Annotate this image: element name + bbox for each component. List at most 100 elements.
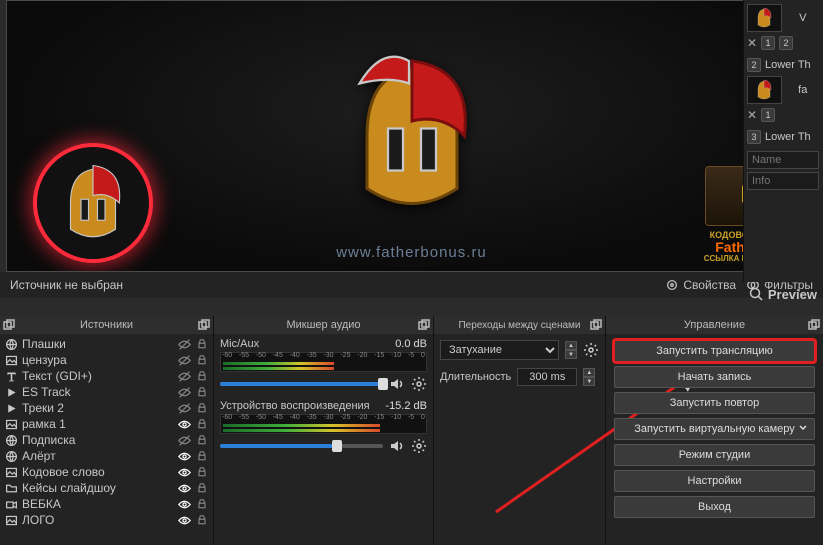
- no-source-selected-label: Источник не выбран: [10, 278, 123, 292]
- visibility-toggle-icon[interactable]: [177, 513, 191, 527]
- source-name: рамка 1: [22, 417, 173, 431]
- scene-remove-button[interactable]: ✕: [747, 108, 757, 122]
- source-name: ES Track: [22, 385, 173, 399]
- scene-page-button[interactable]: 2: [779, 36, 793, 50]
- control-button[interactable]: Запустить виртуальную камеру: [614, 418, 815, 440]
- lock-toggle-icon[interactable]: [195, 449, 209, 463]
- control-button[interactable]: Запустить трансляцию: [614, 340, 815, 362]
- source-row[interactable]: ES Track: [2, 384, 211, 400]
- scene-caption: V: [786, 4, 820, 32]
- mixer-channel: Mic/Aux0.0 dB-60-55-50-45-40-35-30-25-20…: [220, 338, 427, 392]
- dock-popout-icon[interactable]: [197, 318, 211, 332]
- dock-title: Переходы между сценами: [458, 320, 580, 331]
- source-row[interactable]: Кейсы слайдшоу: [2, 480, 211, 496]
- control-button[interactable]: Настройки: [614, 470, 815, 492]
- globe-icon: [4, 433, 18, 447]
- camera-icon: [4, 497, 18, 511]
- channel-name: Устройство воспроизведения: [220, 400, 370, 412]
- globe-icon: [4, 337, 18, 351]
- source-name: Алёрт: [22, 449, 173, 463]
- control-button[interactable]: Запустить повтор: [614, 392, 815, 414]
- source-row[interactable]: цензура: [2, 352, 211, 368]
- scene-number-badge: 2: [747, 58, 761, 72]
- dock-popout-icon[interactable]: [807, 318, 821, 332]
- transition-stepper[interactable]: ▲▼: [565, 341, 577, 359]
- source-row[interactable]: Алёрт: [2, 448, 211, 464]
- visibility-toggle-icon[interactable]: [177, 401, 191, 415]
- controls-dock: Управление Запустить трансляциюНачать за…: [606, 316, 823, 545]
- lock-toggle-icon[interactable]: [195, 417, 209, 431]
- gear-icon[interactable]: [411, 438, 427, 454]
- volume-slider[interactable]: [220, 382, 383, 386]
- lock-toggle-icon[interactable]: [195, 401, 209, 415]
- scene-remove-button[interactable]: ✕: [747, 36, 757, 50]
- duration-label: Длительность: [440, 371, 511, 383]
- visibility-toggle-icon[interactable]: [177, 369, 191, 383]
- duration-stepper[interactable]: ▲▼: [583, 368, 595, 386]
- source-name: ЛОГО: [22, 513, 173, 527]
- source-row[interactable]: Плашки: [2, 336, 211, 352]
- visibility-toggle-icon[interactable]: [177, 353, 191, 367]
- control-button[interactable]: Режим студии: [614, 444, 815, 466]
- visibility-toggle-icon[interactable]: [177, 385, 191, 399]
- visibility-toggle-icon[interactable]: [177, 433, 191, 447]
- preview-button[interactable]: Preview: [748, 286, 817, 302]
- gear-icon[interactable]: [583, 342, 599, 358]
- dock-title: Микшер аудио: [286, 319, 360, 331]
- mixer-channel: Устройство воспроизведения-15.2 dB-60-55…: [220, 400, 427, 454]
- scene-title: Lower Th: [765, 59, 811, 71]
- source-row[interactable]: Треки 2: [2, 400, 211, 416]
- gear-icon[interactable]: [411, 376, 427, 392]
- properties-button[interactable]: Свойства: [665, 278, 736, 292]
- audio-mixer-dock: Микшер аудио Mic/Aux0.0 dB-60-55-50-45-4…: [214, 316, 434, 545]
- scene-number-badge: 3: [747, 130, 761, 144]
- chevron-down-icon[interactable]: [798, 423, 812, 435]
- visibility-toggle-icon[interactable]: [177, 497, 191, 511]
- visibility-toggle-icon[interactable]: [177, 337, 191, 351]
- volume-slider[interactable]: [220, 444, 383, 448]
- lock-toggle-icon[interactable]: [195, 337, 209, 351]
- speaker-icon[interactable]: [389, 438, 405, 454]
- scene-info-input[interactable]: [747, 172, 819, 190]
- visibility-toggle-icon[interactable]: [177, 417, 191, 431]
- scene-page-button[interactable]: 1: [761, 36, 775, 50]
- play-icon: [4, 401, 18, 415]
- control-button[interactable]: Выход: [614, 496, 815, 518]
- scene-page-button[interactable]: 1: [761, 108, 775, 122]
- dock-popout-icon[interactable]: [2, 318, 16, 332]
- source-row[interactable]: Подписка: [2, 432, 211, 448]
- source-row[interactable]: ЛОГО: [2, 512, 211, 528]
- image-icon: [4, 353, 18, 367]
- lock-toggle-icon[interactable]: [195, 481, 209, 495]
- dock-title: Источники: [80, 319, 133, 331]
- lock-toggle-icon[interactable]: [195, 369, 209, 383]
- source-row[interactable]: ВЕБКА: [2, 496, 211, 512]
- scene-thumbnail[interactable]: [747, 76, 782, 104]
- visibility-toggle-icon[interactable]: [177, 465, 191, 479]
- source-row[interactable]: Кодовое слово: [2, 464, 211, 480]
- scene-caption: fa: [786, 76, 820, 104]
- program-preview[interactable]: www.fatherbonus.ru КОДОВОЕ СЛОВО FatherS…: [6, 0, 817, 272]
- transition-select[interactable]: Затухание: [440, 340, 559, 360]
- lock-toggle-icon[interactable]: [195, 497, 209, 511]
- image-icon: [4, 465, 18, 479]
- scene-name-input[interactable]: [747, 151, 819, 169]
- lock-toggle-icon[interactable]: [195, 513, 209, 527]
- audio-meter: -60-55-50-45-40-35-30-25-20-15-10-50: [220, 414, 427, 434]
- source-name: Подписка: [22, 433, 173, 447]
- source-row[interactable]: Текст (GDI+): [2, 368, 211, 384]
- visibility-toggle-icon[interactable]: [177, 481, 191, 495]
- duration-input[interactable]: [517, 368, 577, 386]
- source-row[interactable]: рамка 1: [2, 416, 211, 432]
- speaker-icon[interactable]: [389, 376, 405, 392]
- lock-toggle-icon[interactable]: [195, 433, 209, 447]
- lock-toggle-icon[interactable]: [195, 385, 209, 399]
- sources-dock: Источники ПлашкицензураТекст (GDI+)ES Tr…: [0, 316, 214, 545]
- visibility-toggle-icon[interactable]: [177, 449, 191, 463]
- dock-popout-icon[interactable]: [417, 318, 431, 332]
- dock-popout-icon[interactable]: [589, 318, 603, 332]
- lock-toggle-icon[interactable]: [195, 465, 209, 479]
- lock-toggle-icon[interactable]: [195, 353, 209, 367]
- control-button[interactable]: Начать запись: [614, 366, 815, 388]
- scene-thumbnail[interactable]: [747, 4, 782, 32]
